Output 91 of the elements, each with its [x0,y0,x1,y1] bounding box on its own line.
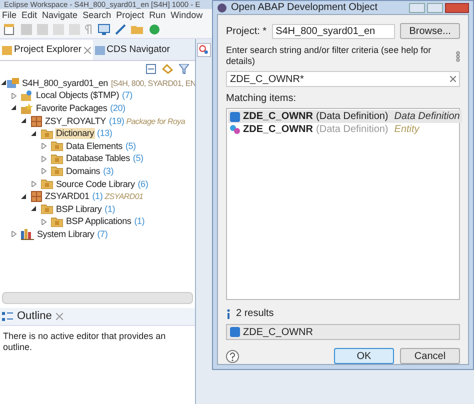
close-icon[interactable] [84,46,91,54]
package-description: Package for Roya [126,116,186,127]
package-icon [31,116,42,127]
results-list[interactable]: ZDE_C_OWNR (Data Definition) Data Definition ZDE_C_OWNR (Data Definition) Entity [226,108,460,300]
project-icon [7,78,19,89]
dialog-title: Open ABAP Development Object [231,1,378,15]
collapse-all-icon[interactable] [146,64,156,74]
tree-item[interactable]: Source Code Library [55,178,136,190]
item-count: (1) [134,216,145,228]
menu-item[interactable]: Navigate [42,10,78,20]
horizontal-scrollbar[interactable] [2,292,193,304]
tree-item[interactable]: Domains [65,166,102,177]
project-field[interactable]: S4H_800_syard01_en [272,24,396,38]
folder-icon [41,204,53,214]
monitor-icon[interactable] [98,24,110,35]
connection-info: [S4H, 800, SYARD01, EN [110,78,195,89]
folder-icon [41,128,53,139]
folder-icon [51,166,63,176]
results-count: 2 results [236,307,274,321]
open-folder-icon[interactable] [131,24,144,35]
expanded-arrow-icon[interactable] [1,80,7,86]
navigator-icon [94,45,105,55]
folder-icon [51,141,63,152]
item-count: (5) [125,140,136,152]
empty-message: There is no active editor that provides an outline. [3,331,167,353]
item-count: (20) [110,102,126,114]
more-icon[interactable] [456,50,460,62]
maximize-button[interactable] [427,2,443,12]
tree-item[interactable]: S4H_800_syard01_en [21,78,109,89]
tree-item[interactable]: BSP Library [55,204,103,215]
item-count: (7) [122,90,132,102]
selection-field: ZDE_C_OWNR [226,324,460,340]
minimize-button[interactable] [409,2,425,12]
menu-item[interactable]: Window [170,10,203,20]
new-icon[interactable] [4,24,16,35]
view-tab[interactable]: Project Explorer [0,40,93,60]
menu-item[interactable]: Edit [22,10,38,20]
app-icon [217,2,227,12]
ok-button[interactable]: OK [334,348,394,364]
package-description: ZSYARD01 [104,191,144,202]
item-count: (5) [132,153,144,164]
definition-icon [230,327,240,337]
instruction-text: Enter search string and/or filter criteria (see help for details) [226,45,432,67]
clear-icon[interactable] [450,76,456,82]
tree-item[interactable]: Dictionary [55,128,96,140]
menu-item[interactable]: Run [149,10,166,20]
help-icon[interactable] [226,350,239,362]
menu-item[interactable]: Project [116,10,144,20]
star-folder-icon [21,102,33,114]
books-icon [21,228,34,240]
search-field[interactable]: ZDE_C_OWNR* [226,71,460,87]
close-button[interactable] [445,2,469,12]
item-count: (6) [138,178,148,190]
entity-icon [230,124,240,134]
menu-item[interactable]: File [2,10,17,20]
field-label: Project: * [226,24,267,38]
info-icon [226,308,231,318]
folder-icon [51,216,63,227]
package-icon [31,191,42,202]
tree-item[interactable]: BSP Applications [65,216,132,228]
pilcrow-icon[interactable] [85,24,93,35]
item-count: (13) [97,128,112,140]
item-count: (1) [104,204,116,215]
definition-icon [230,112,240,122]
tree-item[interactable]: ZSY_ROYALTY [44,116,107,127]
item-count: (3) [103,166,114,177]
tree-item[interactable]: System Library [36,228,96,240]
item-count: (1) [92,191,103,202]
cancel-button[interactable]: Cancel [400,348,460,364]
tree-item[interactable]: Local Objects ($TMP) [35,90,120,102]
list-label: Matching items: [226,92,298,106]
close-icon[interactable] [56,313,63,320]
item-count: (19) [109,116,124,127]
folder-icon [2,45,12,55]
link-icon[interactable] [162,64,173,74]
outline-icon [2,312,13,322]
view-tab[interactable]: CDS Navigator [92,40,172,60]
filter-icon[interactable] [179,64,189,74]
result-item[interactable]: ZDE_C_OWNR (Data Definition) Data Definition [228,110,462,123]
browse-button[interactable]: Browse... [400,23,460,39]
person-folder-icon [21,90,33,102]
result-item[interactable]: ZDE_C_OWNR (Data Definition) Entity [228,123,422,136]
menu-item[interactable]: Search [82,10,112,20]
item-count: (7) [97,228,108,240]
tree-item[interactable]: Database Tables [65,153,131,164]
view-title[interactable]: Outline [17,308,52,325]
folder-icon [51,154,63,164]
tree-item[interactable]: Favorite Packages [35,102,108,114]
tree-item[interactable]: Data Elements [65,140,124,152]
folder-icon [41,179,53,190]
tree-item[interactable]: ZSYARD01 [44,191,90,202]
